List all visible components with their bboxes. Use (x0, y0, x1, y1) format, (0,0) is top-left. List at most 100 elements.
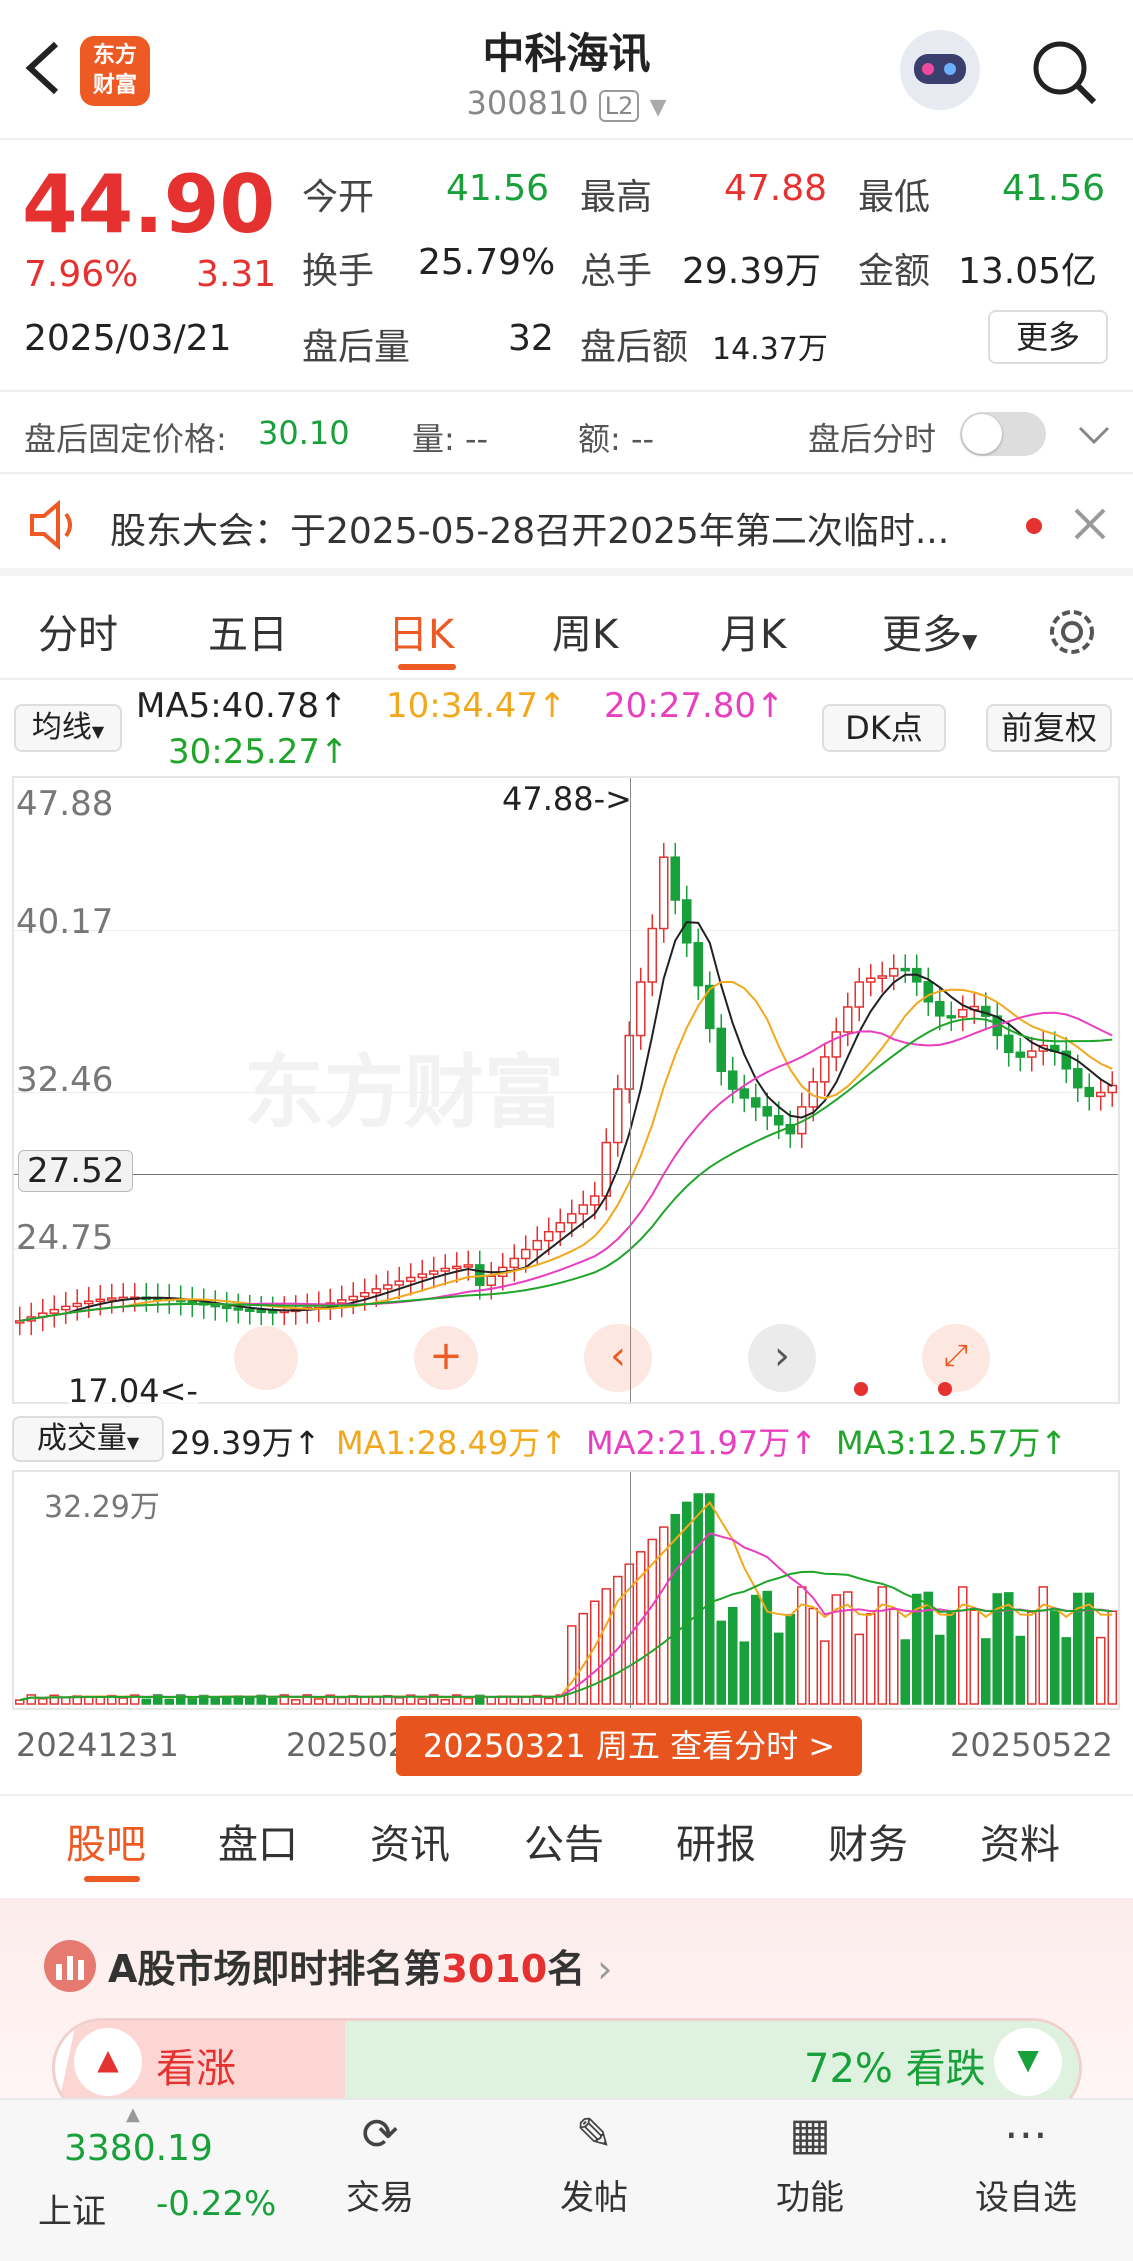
volume-label: 总手 (580, 251, 653, 292)
tab-guba[interactable]: 股吧 (66, 1812, 146, 1870)
chevron-right-icon: › (585, 1947, 613, 1991)
candle-body (612, 1088, 623, 1144)
ma10-line (19, 981, 1113, 1322)
tab-daily-k[interactable]: 日K (388, 602, 454, 660)
candle-body (221, 1305, 232, 1310)
notice-text: 股东大会：于2025-05-28召开2025年第二次临时... (110, 511, 950, 552)
candle-body (440, 1267, 451, 1272)
volume-chart[interactable]: 32.29万 (12, 1470, 1120, 1710)
index-change[interactable]: -0.22% (156, 2184, 276, 2224)
index-name[interactable]: 上证 (38, 2184, 106, 2233)
collapse-icon[interactable]: ▲ (126, 2104, 140, 2125)
candle-body (762, 1106, 773, 1117)
vote-up-label[interactable]: 看涨 (156, 2036, 236, 2094)
close-icon[interactable] (1070, 504, 1110, 544)
volume-bar (739, 1641, 750, 1705)
zoom-in-icon[interactable]: + (414, 1326, 478, 1390)
search-icon[interactable] (1030, 38, 1100, 108)
volume-bar (865, 1613, 876, 1705)
candle-body (1107, 1084, 1118, 1094)
candle-body (934, 1000, 945, 1017)
indicator-select-label: 成交量 (36, 1421, 127, 1456)
vote-down-label[interactable]: 72% 看跌 (804, 2036, 986, 2094)
add-favorite-button[interactable]: ⋯ 设自选 (936, 2100, 1116, 2219)
adjust-select[interactable]: 前复权 (986, 704, 1112, 752)
tab-announcements[interactable]: 公告 (524, 1812, 604, 1870)
function-button[interactable]: ▦ 功能 (720, 2100, 900, 2219)
tab-news[interactable]: 资讯 (370, 1812, 450, 1870)
view-minute-button[interactable]: 20250321 周五 查看分时 > (396, 1716, 862, 1776)
after-hours-volume-label: 盘后量 (302, 327, 411, 368)
expand-icon[interactable]: ⤢ (922, 1324, 990, 1392)
kline-chart[interactable]: 东方财富 47.88 40.17 32.46 24.75 27.52 47.88… (12, 776, 1120, 1410)
volume-bar (819, 1640, 830, 1705)
candle-body (543, 1230, 554, 1242)
tab-monthly-k[interactable]: 月K (720, 602, 786, 660)
volume-bar (267, 1697, 278, 1705)
ma20-line (19, 1011, 1113, 1322)
crosshair-price-label: 27.52 (18, 1150, 134, 1192)
dropdown-icon: ▼ (91, 722, 105, 741)
tab-more[interactable]: 更多▼ (882, 602, 977, 660)
rank-panel: A股市场即时排名第3010名 › ▲ 看涨 72% 看跌 ▼ (0, 1898, 1133, 2118)
volume-bar (164, 1698, 175, 1705)
candle-body (647, 927, 658, 983)
stock-code: 300810 (466, 84, 589, 122)
volume-bar (946, 1612, 957, 1705)
trade-button[interactable]: ⟳ 交易 (290, 2100, 470, 2219)
tab-five-day[interactable]: 五日 (208, 602, 288, 660)
change-pct: 7.96% (24, 254, 139, 295)
y-axis-tick: 24.75 (16, 1218, 114, 1258)
volume-bar (750, 1594, 761, 1705)
tab-finance[interactable]: 财务 (828, 1812, 908, 1870)
post-button[interactable]: ✎ 发帖 (504, 2100, 684, 2219)
tab-minute[interactable]: 分时 (38, 602, 118, 660)
vol-ma1: MA1:28.49万↑ (336, 1424, 568, 1462)
rank-prefix: A股市场即时排名第 (108, 1947, 442, 1991)
tab-profile[interactable]: 资料 (980, 1812, 1060, 1870)
divider (0, 390, 1133, 392)
add-favorite-label: 设自选 (975, 2178, 1077, 2218)
event-dot (938, 1382, 952, 1396)
dk-point-button[interactable]: DK点 (822, 704, 946, 752)
candle-body (854, 981, 865, 1008)
prev-arrow-icon[interactable]: ‹ (584, 1324, 652, 1392)
candle-body (428, 1270, 439, 1275)
open-label: 今开 (302, 177, 375, 218)
volume-bar (417, 1698, 428, 1705)
ma20-value: 20:27.80↑ (604, 686, 785, 726)
more-button[interactable]: 更多 (988, 310, 1108, 364)
candle-body (888, 967, 899, 977)
change-amount: 3.31 (196, 254, 277, 295)
volume-bar (210, 1696, 221, 1705)
candle-body (382, 1284, 393, 1290)
candle-body (1026, 1050, 1037, 1058)
settings-icon[interactable] (1044, 604, 1100, 660)
volume-bar (118, 1697, 129, 1705)
high-value: 47.88 (724, 168, 828, 209)
y-axis-max: 47.88 (16, 784, 114, 824)
next-arrow-icon[interactable]: › (748, 1324, 816, 1392)
tab-pankou[interactable]: 盘口 (218, 1812, 298, 1870)
vote-up-button[interactable]: ▲ (74, 2028, 142, 2096)
indicator-select[interactable]: 成交量▼ (12, 1416, 164, 1462)
ai-assistant-icon[interactable] (900, 30, 980, 110)
zoom-out-icon[interactable] (234, 1326, 298, 1390)
tab-weekly-k[interactable]: 周K (552, 602, 618, 660)
date-end: 20250522 (950, 1726, 1113, 1764)
volume-bar (785, 1613, 796, 1705)
volume-bar (543, 1697, 554, 1705)
vote-down-button[interactable]: ▼ (994, 2028, 1062, 2096)
notice-bar[interactable]: 股东大会：于2025-05-28召开2025年第二次临时... (0, 472, 1133, 576)
chevron-down-icon[interactable] (1074, 420, 1114, 450)
volume-bar (934, 1634, 945, 1705)
open-value: 41.56 (446, 168, 550, 209)
ma30-value: 30:25.27↑ (168, 732, 349, 772)
candle-body (739, 1088, 750, 1099)
rank-text[interactable]: A股市场即时排名第3010名 › (108, 1938, 612, 1993)
tab-research[interactable]: 研报 (676, 1812, 756, 1870)
index-value[interactable]: 3380.19 (64, 2128, 213, 2169)
after-hours-toggle[interactable] (960, 412, 1046, 456)
ma-select[interactable]: 均线▼ (14, 704, 122, 752)
candle-body (831, 1031, 842, 1058)
